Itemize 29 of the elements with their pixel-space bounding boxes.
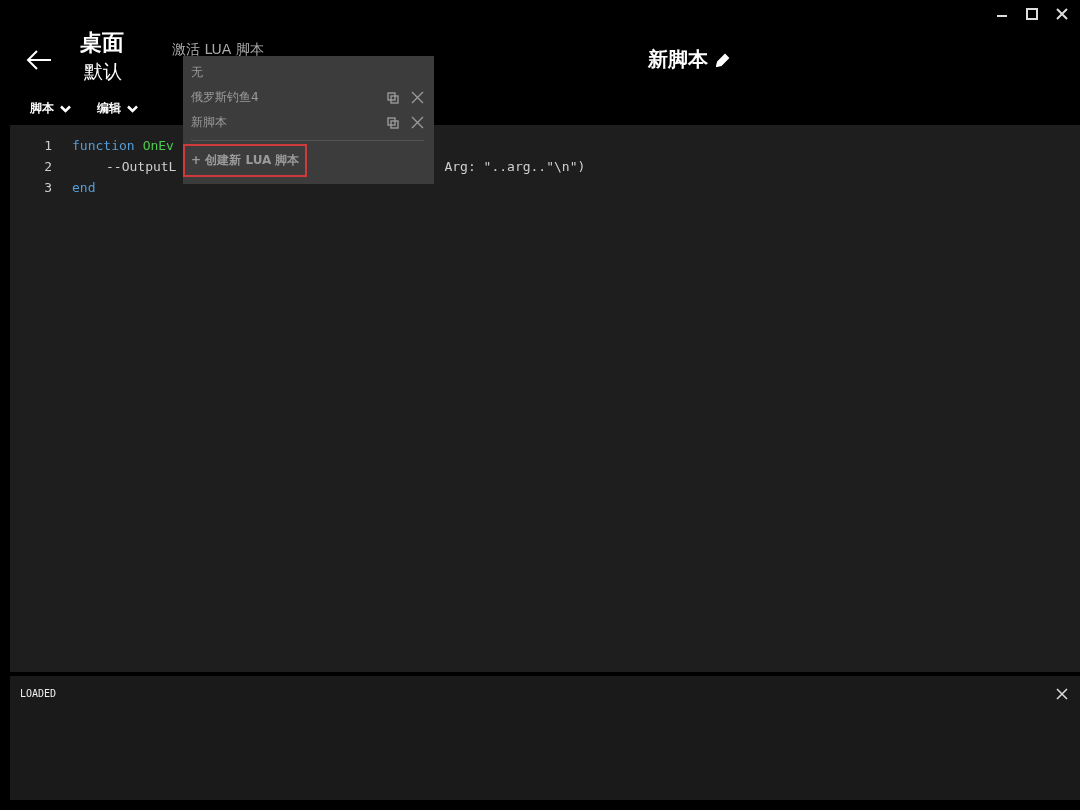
delete-icon[interactable]	[411, 91, 424, 104]
code-text: Arg: "..arg.."\n")	[444, 159, 586, 174]
menu-item[interactable]: 无	[191, 64, 203, 81]
create-script-button[interactable]: + 创建新 LUA 脚本	[183, 144, 308, 177]
close-icon[interactable]	[1056, 688, 1068, 700]
menu-item[interactable]: 俄罗斯钓鱼4	[191, 89, 259, 106]
line-number: 3	[43, 180, 53, 195]
code-text: end	[72, 180, 96, 195]
delete-icon[interactable]	[411, 116, 424, 129]
profile-name: 默认	[83, 59, 123, 84]
maximize-icon[interactable]	[1024, 6, 1040, 22]
code-text: OnEv	[142, 138, 174, 153]
activate-label: 激活 LUA 脚本	[172, 40, 264, 58]
close-icon[interactable]	[1054, 6, 1070, 22]
copy-icon[interactable]	[387, 91, 399, 104]
output-text: LOADED	[20, 688, 57, 699]
chevron-icon	[60, 104, 71, 113]
menu-button[interactable]: 编辑	[97, 100, 138, 117]
script-title: 新脚本	[648, 46, 708, 73]
page-title: 桌面	[80, 29, 125, 57]
code-text: --OutputL	[106, 159, 177, 174]
pencil-icon[interactable]	[716, 52, 730, 67]
chevron-icon	[127, 104, 138, 113]
line-number: 1	[43, 138, 53, 153]
line-number: 2	[43, 159, 53, 174]
code-text: function	[72, 138, 135, 153]
back-arrow-icon[interactable]	[26, 50, 52, 70]
copy-icon[interactable]	[387, 116, 399, 129]
menu-button[interactable]: 脚本	[30, 100, 71, 117]
